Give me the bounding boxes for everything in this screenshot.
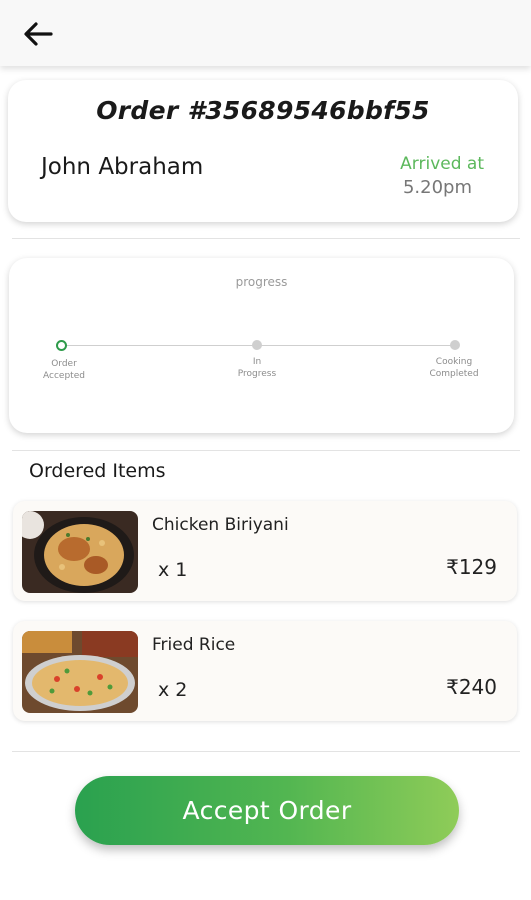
fried-rice-image (22, 631, 138, 713)
item-name: Fried Rice (152, 635, 236, 655)
divider (12, 450, 520, 451)
step-label-line: Accepted (43, 371, 85, 381)
progress-card: progress Order Accepted In Progress Cook… (9, 258, 514, 433)
order-number-title: Order #35689546bbf55 (96, 96, 430, 125)
divider (12, 238, 520, 239)
step-label-line: Completed (429, 369, 479, 379)
step-dot-order-accepted (56, 340, 67, 351)
step-dot-in-progress (252, 340, 262, 350)
list-item[interactable]: Chicken Biriyani x 1 ₹129 (13, 501, 517, 601)
step-label-line: Order (51, 359, 77, 369)
customer-name: John Abraham (41, 154, 204, 180)
divider (12, 751, 520, 752)
arrived-label: Arrived at (400, 154, 484, 174)
step-label-in-progress: In Progress (217, 356, 297, 380)
item-price: ₹240 (446, 675, 497, 699)
ordered-items-heading: Ordered Items (29, 460, 166, 482)
item-price: ₹129 (446, 555, 497, 579)
app-bar (0, 0, 531, 66)
back-button[interactable] (18, 16, 58, 52)
step-label-line: Progress (237, 369, 277, 379)
item-quantity: x 1 (158, 559, 188, 581)
accept-order-button[interactable]: Accept Order (75, 776, 459, 845)
step-dot-cooking-completed (450, 340, 460, 350)
step-label-line: In (252, 357, 262, 367)
item-quantity: x 2 (158, 679, 188, 701)
order-summary-card: Order #35689546bbf55 John Abraham Arrive… (8, 80, 518, 222)
progress-title: progress (235, 275, 288, 289)
step-label-order-accepted: Order Accepted (24, 358, 104, 382)
arrived-time: 5.20pm (402, 177, 472, 198)
step-label-cooking-completed: Cooking Completed (414, 356, 494, 380)
item-name: Chicken Biriyani (152, 515, 289, 535)
list-item[interactable]: Fried Rice x 2 ₹240 (13, 621, 517, 721)
chicken-biriyani-image (22, 511, 138, 593)
arrow-left-icon (24, 22, 53, 46)
step-label-line: Cooking (435, 357, 473, 367)
